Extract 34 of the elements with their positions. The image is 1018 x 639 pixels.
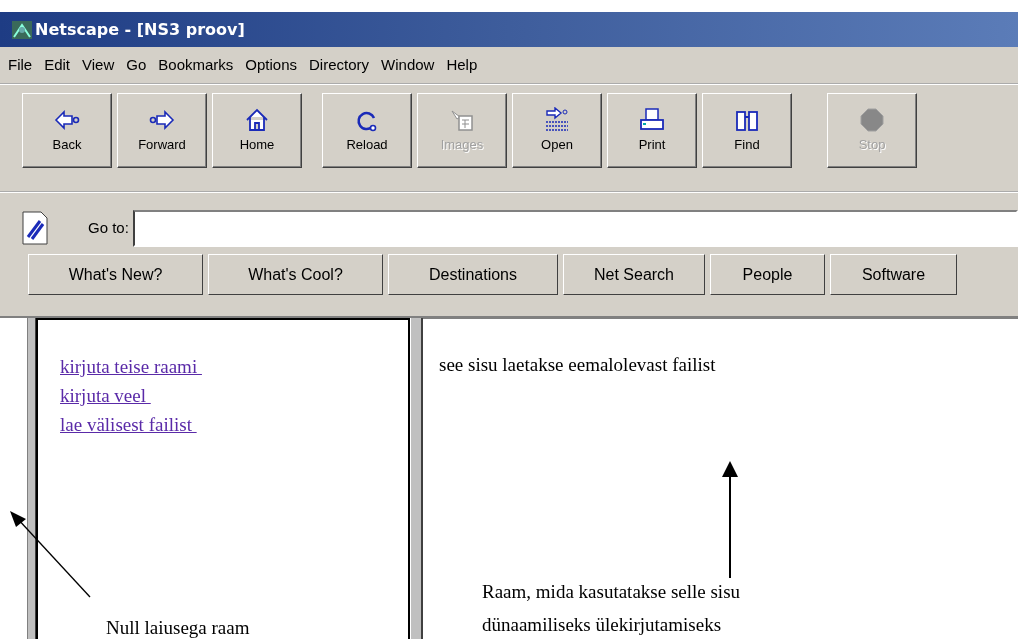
menu-item[interactable]: Window [375, 53, 441, 77]
app-icon [12, 20, 32, 39]
bookmark-icon[interactable] [22, 211, 48, 245]
open-location-icon [543, 106, 571, 133]
menu-item[interactable]: Go [120, 53, 153, 77]
find-button[interactable]: Find [702, 93, 792, 168]
open-button[interactable]: Open [512, 93, 602, 168]
forward-button[interactable]: Forward [117, 93, 207, 168]
directory-button[interactable]: People [710, 254, 825, 295]
menu-item[interactable]: Bookmarks [152, 53, 240, 77]
frame-link[interactable]: lae välisest failist [60, 410, 197, 439]
frame-link[interactable]: kirjuta veel [60, 381, 151, 410]
frame-text: see sisu laetakse eemalolevast failist [439, 354, 716, 375]
menu-item[interactable]: Options [239, 53, 304, 77]
stop-sign-icon [858, 106, 886, 133]
directory-button[interactable]: What's New? [28, 254, 203, 295]
menu-item[interactable]: File [2, 53, 39, 77]
print-button[interactable]: Print [607, 93, 697, 168]
frame-link[interactable]: kirjuta teise raami [60, 352, 202, 381]
reload-button[interactable]: Reload [322, 93, 412, 168]
printer-icon [638, 106, 666, 133]
home-button[interactable]: Home [212, 93, 302, 168]
back-button[interactable]: Back [22, 93, 112, 168]
location-field[interactable] [132, 209, 1018, 247]
directory-button[interactable]: Destinations [388, 254, 558, 295]
menu-item[interactable]: View [76, 53, 121, 77]
menu-item[interactable]: Edit [38, 53, 77, 77]
directory-button[interactable]: Net Search [563, 254, 705, 295]
directory-button[interactable]: What's Cool? [208, 254, 383, 295]
menu-item[interactable]: Directory [303, 53, 376, 77]
menu-item[interactable]: Help [440, 53, 484, 77]
window-title: Netscape - [NS3 proov] [35, 18, 245, 41]
directory-button[interactable]: Software [830, 254, 957, 295]
location-label: Go to: [88, 217, 129, 238]
